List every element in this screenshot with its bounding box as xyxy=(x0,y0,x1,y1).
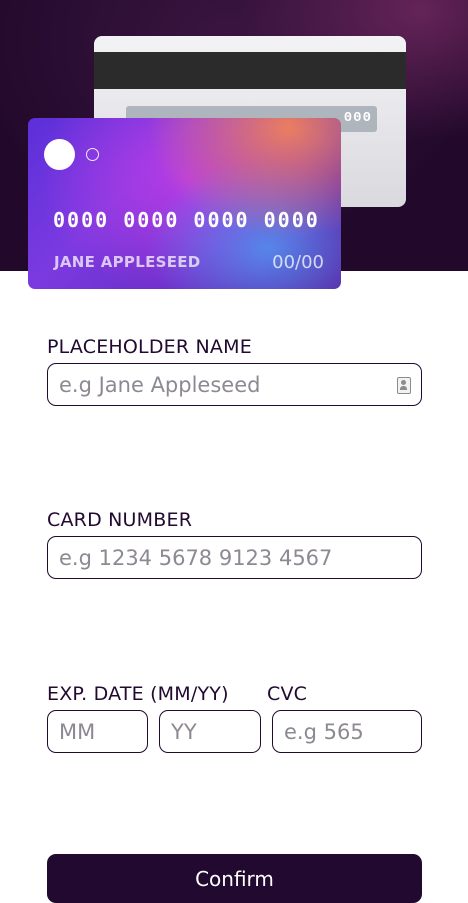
expiry-year-input[interactable] xyxy=(160,711,260,752)
cvc-field xyxy=(272,710,422,753)
card-front-name: JANE APPLESEED xyxy=(54,253,201,271)
cvc-label: CVC xyxy=(267,683,308,705)
contact-card-icon[interactable] xyxy=(397,377,411,394)
card-number-label: CARD NUMBER xyxy=(47,509,193,531)
cvc-input[interactable] xyxy=(273,711,421,752)
card-logo-circle-small xyxy=(86,148,99,161)
cardholder-name-field xyxy=(47,363,422,406)
card-front: 0000 0000 0000 0000 JANE APPLESEED 00/00 xyxy=(28,118,341,289)
expiry-month-field xyxy=(47,710,148,753)
expiry-year-field xyxy=(159,710,261,753)
expiry-month-input[interactable] xyxy=(48,711,147,752)
cardholder-name-input[interactable] xyxy=(48,364,421,405)
confirm-button[interactable]: Confirm xyxy=(47,854,422,903)
card-front-number: 0000 0000 0000 0000 xyxy=(53,208,320,232)
card-back-cvc: 000 xyxy=(343,110,372,126)
expiry-date-label: EXP. DATE (MM/YY) xyxy=(47,683,229,705)
magnetic-stripe xyxy=(94,52,406,89)
card-number-input[interactable] xyxy=(48,537,421,578)
card-front-expiry: 00/00 xyxy=(272,252,324,273)
card-number-field xyxy=(47,536,422,579)
card-logo-circle-large xyxy=(44,139,75,170)
cardholder-name-label: PLACEHOLDER NAME xyxy=(47,336,252,358)
